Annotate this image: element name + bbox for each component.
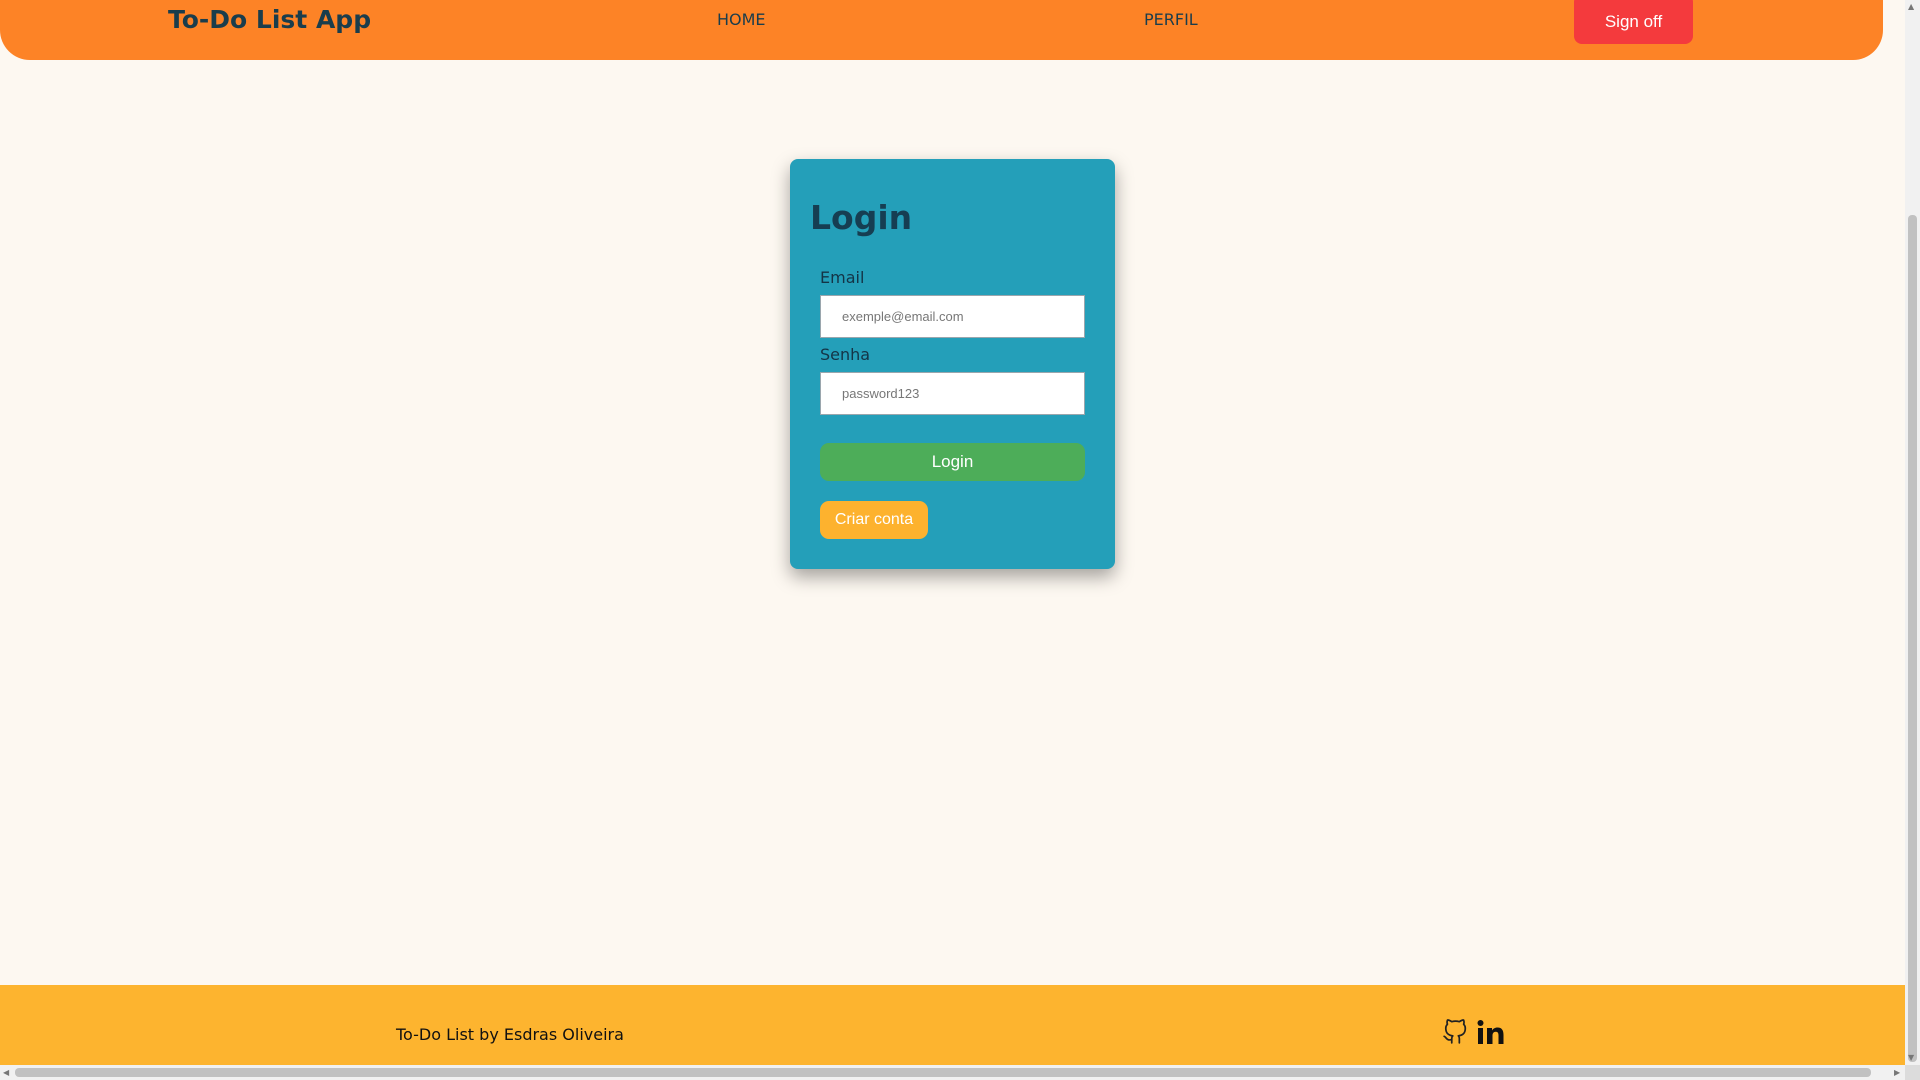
email-input[interactable] [820,295,1085,338]
sign-off-button[interactable]: Sign off [1574,0,1693,44]
page-footer: To-Do List by Esdras Oliveira [0,985,1905,1065]
footer-credit: To-Do List by Esdras Oliveira [396,1025,624,1044]
vertical-scrollbar[interactable]: ▲ ▼ [1905,0,1920,1065]
page-viewport: To-Do List App HOME PERFIL Sign off Logi… [0,0,1905,1065]
password-input[interactable] [820,372,1085,415]
linkedin-icon[interactable] [1477,1019,1505,1049]
create-account-button[interactable]: Criar conta [820,501,928,539]
login-button[interactable]: Login [820,443,1085,481]
nav-link-home[interactable]: HOME [717,10,766,30]
scroll-left-icon[interactable]: ◀ [3,1068,9,1078]
scrollbar-corner [1905,1065,1920,1080]
email-label: Email [820,268,865,287]
vertical-scrollbar-thumb[interactable] [1908,215,1917,1062]
app-brand[interactable]: To-Do List App [168,4,371,36]
scroll-up-icon[interactable]: ▲ [1908,2,1914,12]
login-title: Login [810,198,913,237]
nav-link-perfil[interactable]: PERFIL [1144,10,1198,30]
password-label: Senha [820,345,871,364]
scroll-right-icon[interactable]: ▶ [1894,1068,1900,1078]
top-navbar: To-Do List App HOME PERFIL Sign off [0,0,1883,60]
horizontal-scrollbar[interactable]: ◀ ▶ [0,1065,1905,1080]
scroll-down-icon[interactable]: ▼ [1908,1053,1914,1063]
horizontal-scrollbar-thumb[interactable] [15,1068,1871,1077]
github-icon[interactable] [1442,1019,1468,1049]
login-card: Login Email Senha Login Criar conta [790,159,1115,569]
